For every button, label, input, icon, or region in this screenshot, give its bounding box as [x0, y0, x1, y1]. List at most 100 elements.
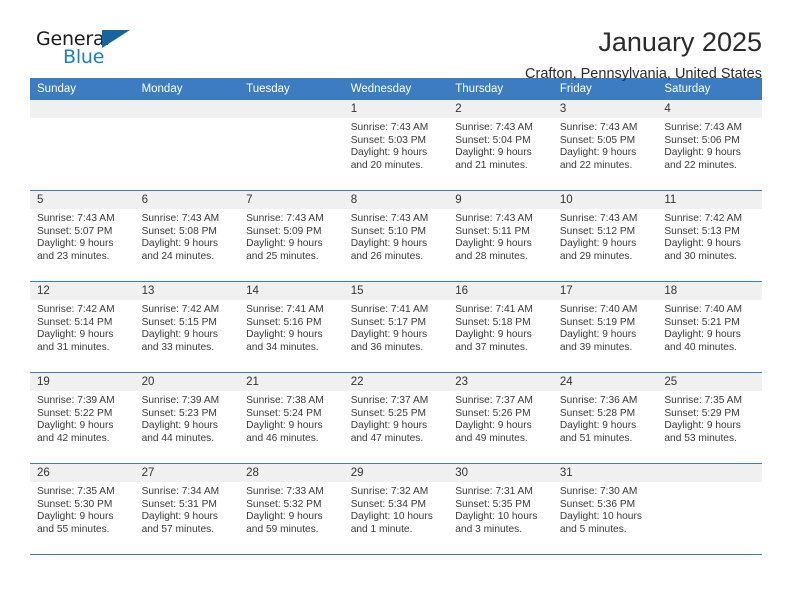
daylight-text: Daylight: 9 hours and 53 minutes. — [664, 420, 741, 444]
calendar-day-cell[interactable] — [239, 100, 344, 191]
day-number: 11 — [657, 191, 762, 209]
day-details: Sunrise: 7:30 AM Sunset: 5:36 PM Daylight:… — [553, 482, 658, 536]
day-cell: 3 Sunrise: 7:43 AM Sunset: 5:05 PM Daylight… — [552, 100, 658, 189]
calendar-body: 1 Sunrise: 7:43 AM Sunset: 5:03 PM Daylight… — [30, 100, 762, 555]
sunrise-text: Sunrise: 7:37 AM — [350, 395, 429, 406]
calendar-day-cell[interactable]: 28 Sunrise: 7:33 AM Sunset: 5:32 PM Dayligh… — [239, 463, 344, 555]
sunrise-text: Sunrise: 7:40 AM — [559, 304, 638, 315]
calendar-day-cell[interactable]: 9 Sunrise: 7:43 AM Sunset: 5:11 PM Daylight… — [448, 190, 553, 282]
day-details: Sunrise: 7:43 AM Sunset: 5:05 PM Daylight:… — [553, 118, 658, 172]
general-blue-logo[interactable]: General Blue — [30, 26, 150, 72]
sunset-text: Sunset: 5:26 PM — [455, 407, 531, 419]
calendar-day-cell[interactable]: 29 Sunrise: 7:32 AM Sunset: 5:34 PM Dayligh… — [343, 463, 449, 555]
calendar-day-cell[interactable]: 18 Sunrise: 7:40 AM Sunset: 5:21 PM Dayligh… — [657, 281, 762, 373]
calendar-day-cell[interactable]: 19 Sunrise: 7:39 AM Sunset: 5:22 PM Dayligh… — [30, 372, 135, 464]
daylight-text: Daylight: 9 hours and 46 minutes. — [246, 420, 323, 444]
sunrise-text: Sunrise: 7:41 AM — [246, 304, 324, 315]
sunrise-text: Sunrise: 7:43 AM — [455, 213, 533, 224]
sunrise-text: Sunrise: 7:34 AM — [141, 486, 220, 497]
day-cell: 23 Sunrise: 7:37 AM Sunset: 5:26 PM Dayligh… — [448, 373, 553, 462]
day-cell: 26 Sunrise: 7:35 AM Sunset: 5:30 PM Dayligh… — [30, 464, 135, 553]
sunrise-text: Sunrise: 7:33 AM — [246, 486, 324, 497]
sunrise-text: Sunrise: 7:30 AM — [559, 486, 638, 497]
calendar-page: General Blue January 2025 Crafton, Penns… — [0, 0, 792, 612]
empty-day-cell — [657, 464, 762, 553]
daylight-text: Daylight: 9 hours and 55 minutes. — [37, 511, 114, 535]
sunrise-text: Sunrise: 7:39 AM — [37, 395, 115, 406]
calendar-day-cell[interactable]: 31 Sunrise: 7:30 AM Sunset: 5:36 PM Dayligh… — [552, 463, 658, 555]
day-details: Sunrise: 7:31 AM Sunset: 5:35 PM Daylight:… — [448, 482, 553, 536]
calendar-day-cell[interactable]: 5 Sunrise: 7:43 AM Sunset: 5:07 PM Daylight… — [30, 190, 135, 282]
day-cell: 11 Sunrise: 7:42 AM Sunset: 5:13 PM Dayligh… — [657, 191, 762, 280]
triangle-icon — [102, 30, 130, 48]
day-cell: 14 Sunrise: 7:41 AM Sunset: 5:16 PM Dayligh… — [239, 282, 344, 371]
calendar-week-row: 12 Sunrise: 7:42 AM Sunset: 5:14 PM Dayligh… — [30, 281, 762, 373]
day-cell: 18 Sunrise: 7:40 AM Sunset: 5:21 PM Dayligh… — [657, 282, 762, 371]
sunrise-text: Sunrise: 7:43 AM — [350, 213, 429, 224]
sunrise-text: Sunrise: 7:39 AM — [141, 395, 220, 406]
weekday-header-sunday: Sunday — [30, 78, 135, 100]
day-details: Sunrise: 7:43 AM Sunset: 5:06 PM Daylight:… — [657, 118, 762, 172]
sunrise-text: Sunrise: 7:43 AM — [559, 122, 638, 133]
calendar-week-row: 1 Sunrise: 7:43 AM Sunset: 5:03 PM Daylight… — [30, 100, 762, 191]
day-details: Sunrise: 7:33 AM Sunset: 5:32 PM Daylight:… — [239, 482, 344, 536]
day-cell: 16 Sunrise: 7:41 AM Sunset: 5:18 PM Dayligh… — [448, 282, 553, 371]
day-cell: 27 Sunrise: 7:34 AM Sunset: 5:31 PM Dayligh… — [134, 464, 240, 553]
calendar-day-cell[interactable]: 7 Sunrise: 7:43 AM Sunset: 5:09 PM Daylight… — [239, 190, 344, 282]
sunset-text: Sunset: 5:16 PM — [246, 316, 322, 328]
day-number: 10 — [552, 191, 658, 209]
calendar-day-cell[interactable]: 3 Sunrise: 7:43 AM Sunset: 5:05 PM Daylight… — [552, 100, 658, 191]
day-cell: 28 Sunrise: 7:33 AM Sunset: 5:32 PM Dayligh… — [239, 464, 344, 553]
calendar-day-cell[interactable] — [657, 463, 762, 555]
calendar-day-cell[interactable]: 23 Sunrise: 7:37 AM Sunset: 5:26 PM Dayligh… — [448, 372, 553, 464]
sunset-text: Sunset: 5:21 PM — [664, 316, 740, 328]
day-number: 13 — [134, 282, 240, 300]
calendar-day-cell[interactable]: 30 Sunrise: 7:31 AM Sunset: 5:35 PM Dayligh… — [448, 463, 553, 555]
day-cell: 19 Sunrise: 7:39 AM Sunset: 5:22 PM Dayligh… — [30, 373, 135, 462]
day-details: Sunrise: 7:43 AM Sunset: 5:10 PM Daylight:… — [344, 209, 449, 263]
sunset-text: Sunset: 5:36 PM — [559, 498, 636, 510]
calendar-day-cell[interactable]: 8 Sunrise: 7:43 AM Sunset: 5:10 PM Daylight… — [343, 190, 449, 282]
calendar-day-cell[interactable]: 11 Sunrise: 7:42 AM Sunset: 5:13 PM Dayligh… — [657, 190, 762, 282]
day-cell: 15 Sunrise: 7:41 AM Sunset: 5:17 PM Dayligh… — [343, 282, 449, 371]
calendar-day-cell[interactable]: 12 Sunrise: 7:42 AM Sunset: 5:14 PM Dayligh… — [30, 281, 135, 373]
calendar-day-cell[interactable]: 24 Sunrise: 7:36 AM Sunset: 5:28 PM Dayligh… — [552, 372, 658, 464]
sunrise-text: Sunrise: 7:43 AM — [455, 122, 533, 133]
day-cell: 7 Sunrise: 7:43 AM Sunset: 5:09 PM Daylight… — [239, 191, 344, 280]
calendar-day-cell[interactable]: 25 Sunrise: 7:35 AM Sunset: 5:29 PM Dayligh… — [657, 372, 762, 464]
calendar-day-cell[interactable]: 10 Sunrise: 7:43 AM Sunset: 5:12 PM Dayligh… — [552, 190, 658, 282]
calendar-day-cell[interactable]: 13 Sunrise: 7:42 AM Sunset: 5:15 PM Dayligh… — [134, 281, 240, 373]
sunset-text: Sunset: 5:07 PM — [37, 225, 113, 237]
day-number: 24 — [552, 373, 658, 391]
calendar-day-cell[interactable]: 21 Sunrise: 7:38 AM Sunset: 5:24 PM Dayligh… — [239, 372, 344, 464]
sunrise-text: Sunrise: 7:43 AM — [559, 213, 638, 224]
day-details: Sunrise: 7:39 AM Sunset: 5:23 PM Daylight:… — [135, 391, 240, 445]
calendar-day-cell[interactable]: 20 Sunrise: 7:39 AM Sunset: 5:23 PM Dayligh… — [134, 372, 240, 464]
day-number: 18 — [657, 282, 762, 300]
daylight-text: Daylight: 9 hours and 44 minutes. — [141, 420, 219, 444]
daylight-text: Daylight: 9 hours and 25 minutes. — [246, 238, 323, 262]
calendar-day-cell[interactable]: 15 Sunrise: 7:41 AM Sunset: 5:17 PM Dayligh… — [343, 281, 449, 373]
day-number: 5 — [30, 191, 135, 209]
day-number: 20 — [134, 373, 240, 391]
calendar-day-cell[interactable]: 1 Sunrise: 7:43 AM Sunset: 5:03 PM Daylight… — [343, 100, 449, 191]
sunset-text: Sunset: 5:34 PM — [350, 498, 427, 510]
calendar-day-cell[interactable]: 2 Sunrise: 7:43 AM Sunset: 5:04 PM Daylight… — [448, 100, 553, 191]
calendar-day-cell[interactable]: 6 Sunrise: 7:43 AM Sunset: 5:08 PM Daylight… — [134, 190, 240, 282]
daylight-text: Daylight: 9 hours and 59 minutes. — [246, 511, 323, 535]
sunrise-text: Sunrise: 7:41 AM — [350, 304, 429, 315]
calendar-day-cell[interactable]: 27 Sunrise: 7:34 AM Sunset: 5:31 PM Dayligh… — [134, 463, 240, 555]
calendar-day-cell[interactable]: 22 Sunrise: 7:37 AM Sunset: 5:25 PM Dayligh… — [343, 372, 449, 464]
calendar-day-cell[interactable]: 17 Sunrise: 7:40 AM Sunset: 5:19 PM Dayligh… — [552, 281, 658, 373]
calendar-day-cell[interactable]: 16 Sunrise: 7:41 AM Sunset: 5:18 PM Dayligh… — [448, 281, 553, 373]
sunset-text: Sunset: 5:29 PM — [664, 407, 740, 419]
calendar-day-cell[interactable]: 14 Sunrise: 7:41 AM Sunset: 5:16 PM Dayligh… — [239, 281, 344, 373]
calendar-day-cell[interactable]: 26 Sunrise: 7:35 AM Sunset: 5:30 PM Dayligh… — [30, 463, 135, 555]
day-cell: 4 Sunrise: 7:43 AM Sunset: 5:06 PM Daylight… — [657, 100, 762, 189]
day-details: Sunrise: 7:43 AM Sunset: 5:07 PM Daylight:… — [30, 209, 135, 263]
calendar-day-cell[interactable] — [134, 100, 240, 191]
day-number — [239, 100, 344, 118]
calendar-day-cell[interactable] — [30, 100, 135, 191]
calendar-day-cell[interactable]: 4 Sunrise: 7:43 AM Sunset: 5:06 PM Daylight… — [657, 100, 762, 191]
day-number: 27 — [134, 464, 240, 482]
